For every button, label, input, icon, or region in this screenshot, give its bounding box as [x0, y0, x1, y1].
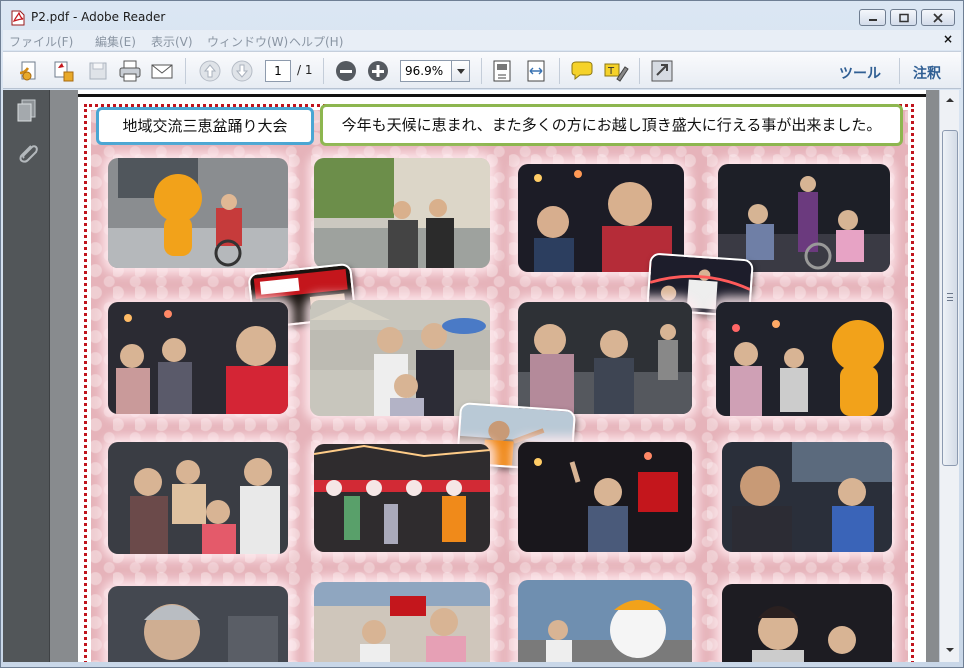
email-icon[interactable] — [149, 59, 175, 83]
chevron-down-icon — [457, 69, 465, 74]
menu-edit[interactable]: 編集(E) — [95, 33, 136, 50]
menu-file[interactable]: ファイル(F) — [9, 33, 73, 50]
zoom-level-input[interactable]: 96.9% — [400, 60, 452, 82]
svg-text:T: T — [607, 66, 615, 77]
comment-pane-button[interactable]: 注釈 — [913, 63, 941, 83]
fit-page-icon[interactable] — [489, 59, 515, 83]
photo-mascot-white — [518, 580, 692, 662]
photo-elders-dancing — [518, 302, 692, 414]
title-bar: P2.pdf - Adobe Reader — [1, 1, 963, 31]
navigation-pane — [3, 90, 50, 662]
photo-table-guests — [314, 582, 490, 662]
save-icon[interactable] — [85, 59, 111, 83]
toolbar-separator — [481, 58, 482, 84]
document-close-icon[interactable]: × — [943, 32, 953, 46]
zoom-dropdown-button[interactable] — [451, 60, 470, 82]
toolbar-separator — [559, 58, 560, 84]
tools-pane-button[interactable]: ツール — [839, 63, 881, 83]
page-top-rule — [78, 94, 926, 97]
menu-window[interactable]: ウィンドウ(W) — [207, 33, 288, 50]
highlight-text-icon[interactable]: T — [603, 59, 629, 83]
combine-icon[interactable] — [51, 59, 77, 83]
photo-couple-tents — [310, 300, 490, 416]
toolbar-separator — [185, 58, 186, 84]
toolbar-separator — [639, 58, 640, 84]
page-number-input[interactable]: 1 — [265, 60, 291, 82]
document-area[interactable]: 地域交流三恵盆踊り大会 今年も天候に恵まれ、また多くの方にお越し頂き盛大に行える… — [50, 90, 939, 662]
photo-man-peace — [518, 442, 692, 552]
maximize-icon — [898, 13, 909, 22]
pages-icon[interactable] — [15, 98, 39, 124]
minimize-button[interactable] — [859, 9, 886, 26]
previous-page-icon[interactable] — [197, 59, 223, 83]
zoom-out-icon[interactable] — [333, 59, 359, 83]
photo-laughing-pair — [722, 442, 892, 552]
photo-elder-woman — [108, 586, 288, 662]
toolbar-separator — [899, 58, 900, 84]
photo-wheelchair-night — [718, 164, 890, 272]
toolbar: 1 / 1 96.9% T ツール 注釈 — [3, 51, 961, 89]
event-message: 今年も天候に恵まれ、また多くの方にお越し頂き盛大に行える事が出来ました。 — [341, 116, 882, 134]
photo-family-group — [108, 442, 288, 554]
pdf-page: 地域交流三恵盆踊り大会 今年も天候に恵まれ、また多くの方にお越し頂き盛大に行える… — [78, 90, 926, 662]
scroll-down-icon[interactable] — [942, 642, 958, 658]
fit-width-icon[interactable] — [523, 59, 549, 83]
grip-icon — [947, 293, 953, 301]
scroll-up-icon[interactable] — [942, 92, 958, 108]
photo-mascot-night — [716, 302, 892, 416]
next-page-icon[interactable] — [229, 59, 255, 83]
create-pdf-icon[interactable] — [17, 59, 43, 83]
menu-help[interactable]: ヘルプ(H) — [289, 33, 343, 50]
menu-view[interactable]: 表示(V) — [151, 33, 193, 50]
photo-group-building — [314, 158, 490, 268]
message-box: 今年も天候に恵まれ、また多くの方にお越し頂き盛大に行える事が出来ました。 — [320, 104, 903, 146]
photo-women-night — [722, 584, 892, 662]
print-icon[interactable] — [117, 59, 143, 83]
sticky-note-icon[interactable] — [569, 59, 595, 83]
reader-window: P2.pdf - Adobe Reader ファイル(F) 編集(E) 表示(V… — [0, 0, 964, 668]
attachments-icon[interactable] — [15, 140, 39, 166]
minimize-icon — [868, 18, 877, 21]
maximize-button[interactable] — [890, 9, 917, 26]
zoom-in-icon[interactable] — [365, 59, 391, 83]
page-total: / 1 — [297, 63, 313, 77]
photo-mascot-wheelchair — [108, 158, 288, 268]
photo-dance-circle — [314, 444, 490, 552]
photo-women-lanterns — [108, 302, 288, 414]
pdf-file-icon — [11, 10, 25, 26]
menu-bar: ファイル(F) 編集(E) 表示(V) ウィンドウ(W) ヘルプ(H) × — [3, 30, 961, 50]
event-title: 地域交流三恵盆踊り大会 — [122, 117, 288, 135]
event-title-box: 地域交流三恵盆踊り大会 — [96, 107, 314, 145]
vertical-scrollbar[interactable] — [939, 90, 959, 662]
close-icon — [933, 12, 943, 23]
scrollbar-thumb[interactable] — [942, 130, 958, 466]
toolbar-separator — [323, 58, 324, 84]
window-title: P2.pdf - Adobe Reader — [31, 10, 166, 24]
full-screen-icon[interactable] — [649, 59, 675, 83]
close-button[interactable] — [921, 9, 955, 26]
